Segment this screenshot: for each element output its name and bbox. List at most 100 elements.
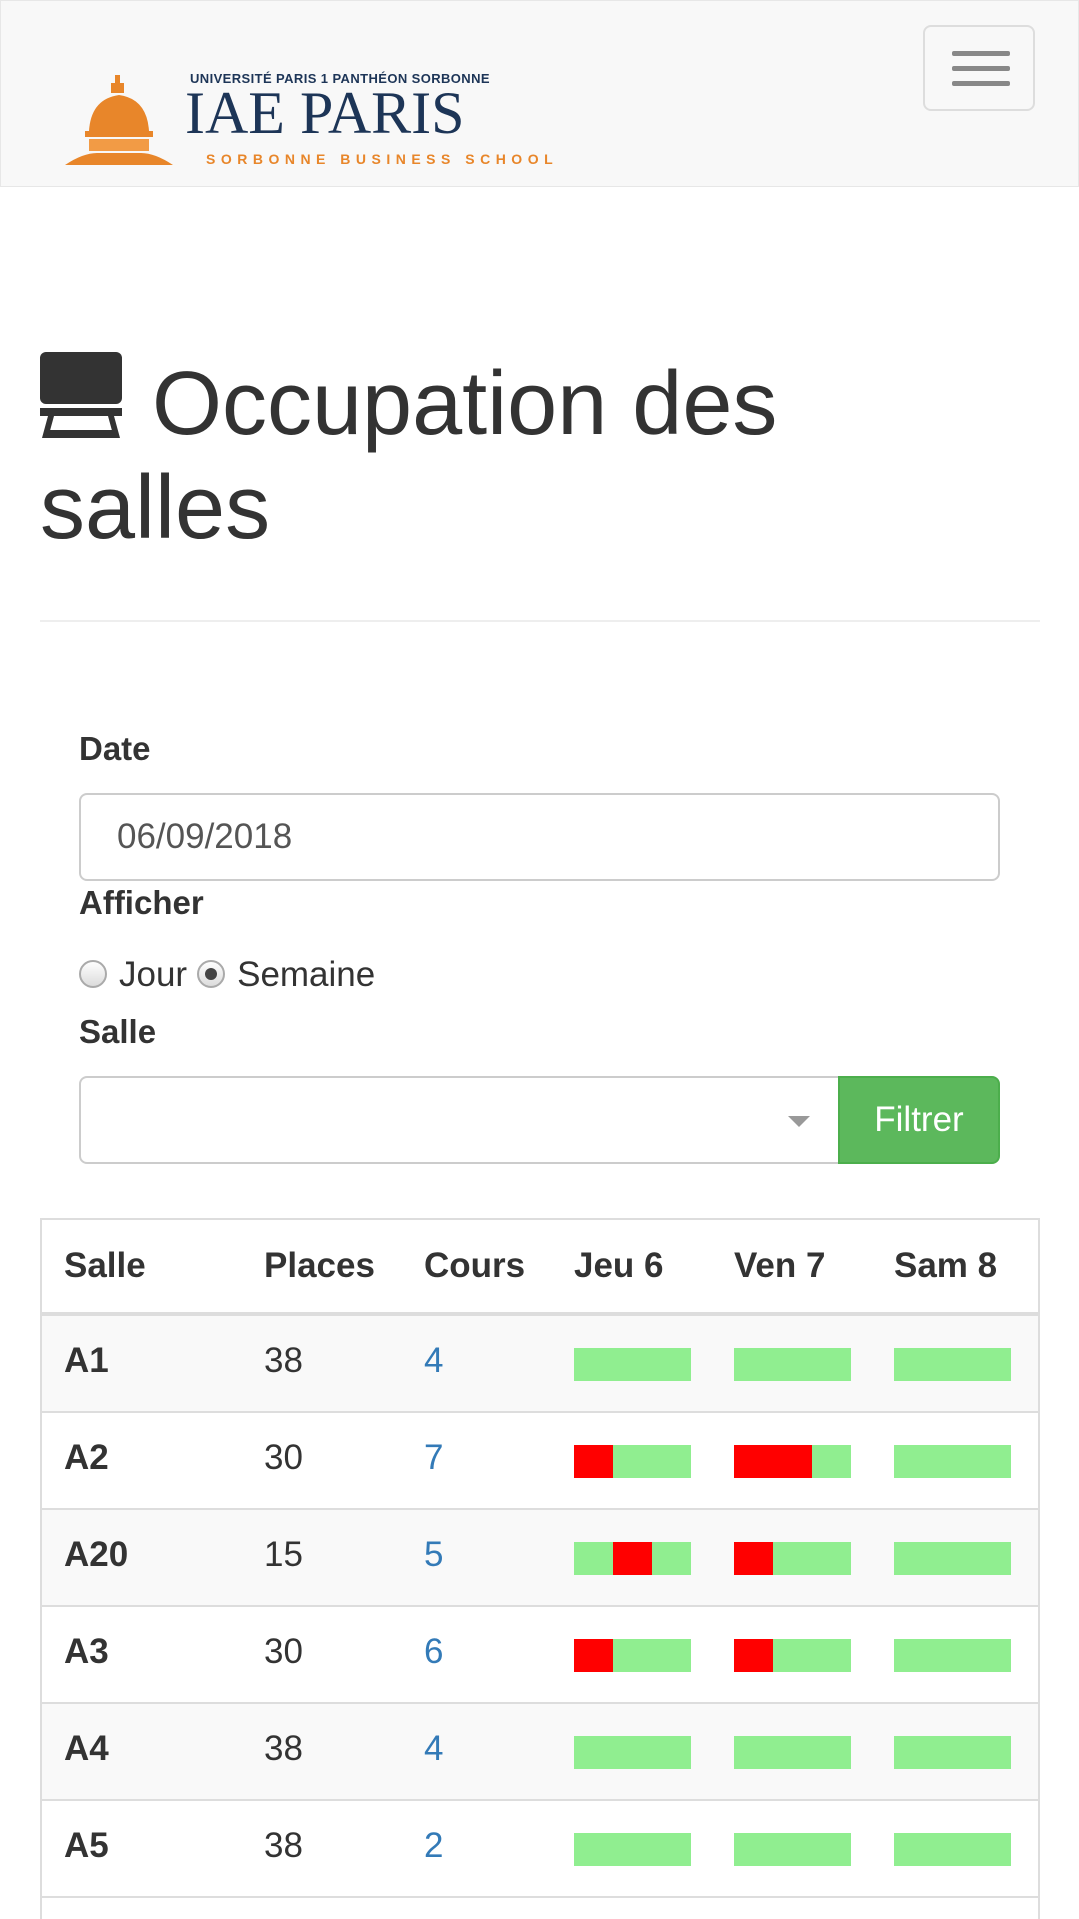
cell-places: 38 bbox=[264, 1341, 303, 1380]
occupancy-bar-ven-7 bbox=[734, 1736, 851, 1769]
page-title-text: Occupation des salles bbox=[40, 354, 778, 558]
cell-cours-link[interactable]: 5 bbox=[424, 1535, 443, 1575]
jour-radio-label[interactable]: Jour bbox=[119, 955, 187, 995]
free-slot bbox=[613, 1445, 652, 1478]
free-slot bbox=[574, 1348, 613, 1381]
date-label: Date bbox=[79, 730, 151, 767]
cell-cours-link[interactable]: 6 bbox=[424, 1632, 443, 1672]
free-slot bbox=[894, 1542, 933, 1575]
cell-cours-link[interactable]: 4 bbox=[424, 1729, 443, 1769]
occupied-slot bbox=[773, 1445, 812, 1478]
free-slot bbox=[574, 1542, 613, 1575]
free-slot bbox=[812, 1639, 851, 1672]
free-slot bbox=[972, 1833, 1011, 1866]
free-slot bbox=[972, 1542, 1011, 1575]
chevron-down-icon bbox=[788, 1116, 810, 1127]
cell-cours-link[interactable]: 7 bbox=[424, 1438, 443, 1478]
free-slot bbox=[812, 1542, 851, 1575]
occupancy-bar-ven-7 bbox=[734, 1348, 851, 1381]
cell-salle: A3 bbox=[64, 1632, 109, 1671]
room-occupancy-table: Salle Places Cours Jeu 6 Ven 7 Sam 8 A1 3… bbox=[40, 1218, 1040, 1919]
free-slot bbox=[972, 1736, 1011, 1769]
cell-salle: A20 bbox=[64, 1535, 129, 1574]
cell-salle: A1 bbox=[64, 1341, 109, 1380]
occupancy-bar-ven-7 bbox=[734, 1445, 851, 1478]
free-slot bbox=[933, 1445, 972, 1478]
free-slot bbox=[812, 1445, 851, 1478]
free-slot bbox=[773, 1542, 812, 1575]
free-slot bbox=[652, 1639, 691, 1672]
salle-label: Salle bbox=[79, 1013, 157, 1050]
free-slot bbox=[773, 1348, 812, 1381]
occupancy-bar-sam-8 bbox=[894, 1542, 1011, 1575]
cell-places: 30 bbox=[264, 1438, 303, 1477]
occupancy-bar-jeu-6 bbox=[574, 1445, 691, 1478]
free-slot bbox=[894, 1348, 933, 1381]
free-slot bbox=[933, 1348, 972, 1381]
cell-cours-link[interactable]: 2 bbox=[424, 1826, 443, 1866]
occupancy-bar-sam-8 bbox=[894, 1736, 1011, 1769]
occupied-slot bbox=[574, 1445, 613, 1478]
occupancy-bar-sam-8 bbox=[894, 1833, 1011, 1866]
occupied-slot bbox=[734, 1542, 773, 1575]
free-slot bbox=[812, 1736, 851, 1769]
table-row: A2 30 7 bbox=[42, 1413, 1038, 1510]
free-slot bbox=[972, 1348, 1011, 1381]
free-slot bbox=[812, 1348, 851, 1381]
salle-select[interactable] bbox=[79, 1076, 840, 1164]
date-input[interactable] bbox=[79, 793, 1000, 881]
column-header-cours: Cours bbox=[424, 1246, 526, 1285]
occupancy-bar-sam-8 bbox=[894, 1348, 1011, 1381]
table-row: A1 38 4 bbox=[42, 1316, 1038, 1413]
occupancy-bar-jeu-6 bbox=[574, 1542, 691, 1575]
logo-sub-text: SORBONNE BUSINESS SCHOOL bbox=[206, 151, 559, 167]
free-slot bbox=[812, 1833, 851, 1866]
column-header-ven-7: Ven 7 bbox=[734, 1246, 826, 1285]
cell-cours-link[interactable]: 4 bbox=[424, 1341, 443, 1381]
navbar-toggle-button[interactable] bbox=[923, 25, 1035, 111]
logo-main-text: IAE PARIS bbox=[185, 80, 465, 146]
occupancy-bar-jeu-6 bbox=[574, 1833, 691, 1866]
column-header-places: Places bbox=[264, 1246, 375, 1285]
free-slot bbox=[894, 1833, 933, 1866]
pantheon-dome-icon bbox=[65, 75, 173, 165]
free-slot bbox=[734, 1736, 773, 1769]
occupied-slot bbox=[574, 1639, 613, 1672]
occupancy-bar-jeu-6 bbox=[574, 1639, 691, 1672]
free-slot bbox=[773, 1639, 812, 1672]
free-slot bbox=[652, 1833, 691, 1866]
free-slot bbox=[613, 1833, 652, 1866]
free-slot bbox=[933, 1542, 972, 1575]
occupied-slot bbox=[613, 1542, 652, 1575]
table-row: A5 38 2 bbox=[42, 1801, 1038, 1898]
free-slot bbox=[933, 1639, 972, 1672]
display-mode-radio-group: Jour Semaine bbox=[79, 955, 385, 995]
free-slot bbox=[972, 1639, 1011, 1672]
free-slot bbox=[773, 1736, 812, 1769]
free-slot bbox=[652, 1348, 691, 1381]
free-slot bbox=[894, 1736, 933, 1769]
free-slot bbox=[933, 1833, 972, 1866]
filter-button[interactable]: Filtrer bbox=[838, 1076, 1000, 1164]
jour-radio[interactable] bbox=[79, 960, 107, 988]
classroom-desk-icon bbox=[40, 352, 122, 458]
cell-places: 30 bbox=[264, 1632, 303, 1671]
free-slot bbox=[613, 1639, 652, 1672]
occupancy-bar-sam-8 bbox=[894, 1445, 1011, 1478]
column-header-sam-8: Sam 8 bbox=[894, 1246, 998, 1285]
cell-places: 38 bbox=[264, 1729, 303, 1768]
free-slot bbox=[734, 1348, 773, 1381]
free-slot bbox=[933, 1736, 972, 1769]
occupancy-bar-ven-7 bbox=[734, 1542, 851, 1575]
semaine-radio[interactable] bbox=[197, 960, 226, 988]
cell-places: 15 bbox=[264, 1535, 303, 1574]
table-row: A3 30 6 bbox=[42, 1607, 1038, 1704]
occupancy-bar-jeu-6 bbox=[574, 1348, 691, 1381]
free-slot bbox=[652, 1542, 691, 1575]
semaine-radio-label[interactable]: Semaine bbox=[237, 955, 375, 995]
occupied-slot bbox=[734, 1445, 773, 1478]
free-slot bbox=[652, 1445, 691, 1478]
occupied-slot bbox=[734, 1639, 773, 1672]
occupancy-bar-sam-8 bbox=[894, 1639, 1011, 1672]
column-header-jeu-6: Jeu 6 bbox=[574, 1246, 664, 1285]
